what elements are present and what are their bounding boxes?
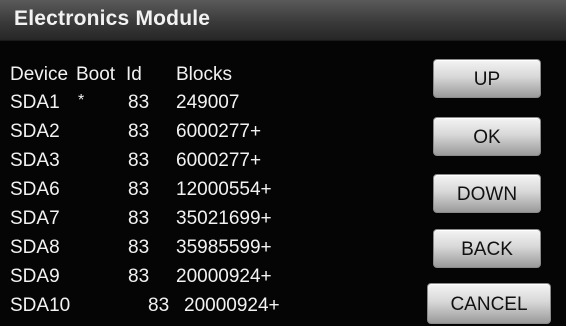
ok-button[interactable]: OK <box>433 117 541 156</box>
electronics-module-screen: Electronics Module Device Boot Id Blocks… <box>0 0 566 326</box>
down-button[interactable]: DOWN <box>433 174 541 213</box>
blocks-cell: 12000554+ <box>176 179 272 200</box>
device-cell: SDA2 <box>10 121 60 142</box>
id-cell: 83 <box>128 121 150 142</box>
blocks-cell: 249007 <box>176 92 240 113</box>
cancel-button[interactable]: CANCEL <box>427 283 551 324</box>
device-cell: SDA6 <box>10 179 60 200</box>
id-cell: 83 <box>128 150 150 171</box>
up-button[interactable]: UP <box>433 59 541 98</box>
id-cell: 83 <box>128 237 150 258</box>
id-cell: 83 <box>128 208 150 229</box>
device-cell: SDA10 <box>10 295 71 316</box>
blocks-cell: 35985599+ <box>176 237 272 258</box>
blocks-cell: 6000277+ <box>176 121 262 142</box>
title-bar: Electronics Module <box>0 0 566 41</box>
id-cell: 83 <box>148 295 170 316</box>
blocks-cell: 35021699+ <box>176 208 272 229</box>
device-cell: SDA9 <box>10 266 60 287</box>
page-title: Electronics Module <box>14 7 211 30</box>
id-cell: 83 <box>128 92 150 113</box>
column-header-blocks: Blocks <box>176 64 232 85</box>
device-cell: SDA7 <box>10 208 60 229</box>
back-button[interactable]: BACK <box>433 229 541 268</box>
device-cell: SDA8 <box>10 237 60 258</box>
blocks-cell: 20000924+ <box>176 266 272 287</box>
device-cell: SDA3 <box>10 150 60 171</box>
blocks-cell: 20000924+ <box>184 295 280 316</box>
column-header-boot: Boot <box>76 64 116 85</box>
column-header-id: Id <box>126 64 142 85</box>
blocks-cell: 6000277+ <box>176 150 262 171</box>
boot-flag-cell: * <box>78 92 85 109</box>
column-header-device: Device <box>10 64 69 85</box>
device-cell: SDA1 <box>10 92 60 113</box>
id-cell: 83 <box>128 179 150 200</box>
id-cell: 83 <box>128 266 150 287</box>
